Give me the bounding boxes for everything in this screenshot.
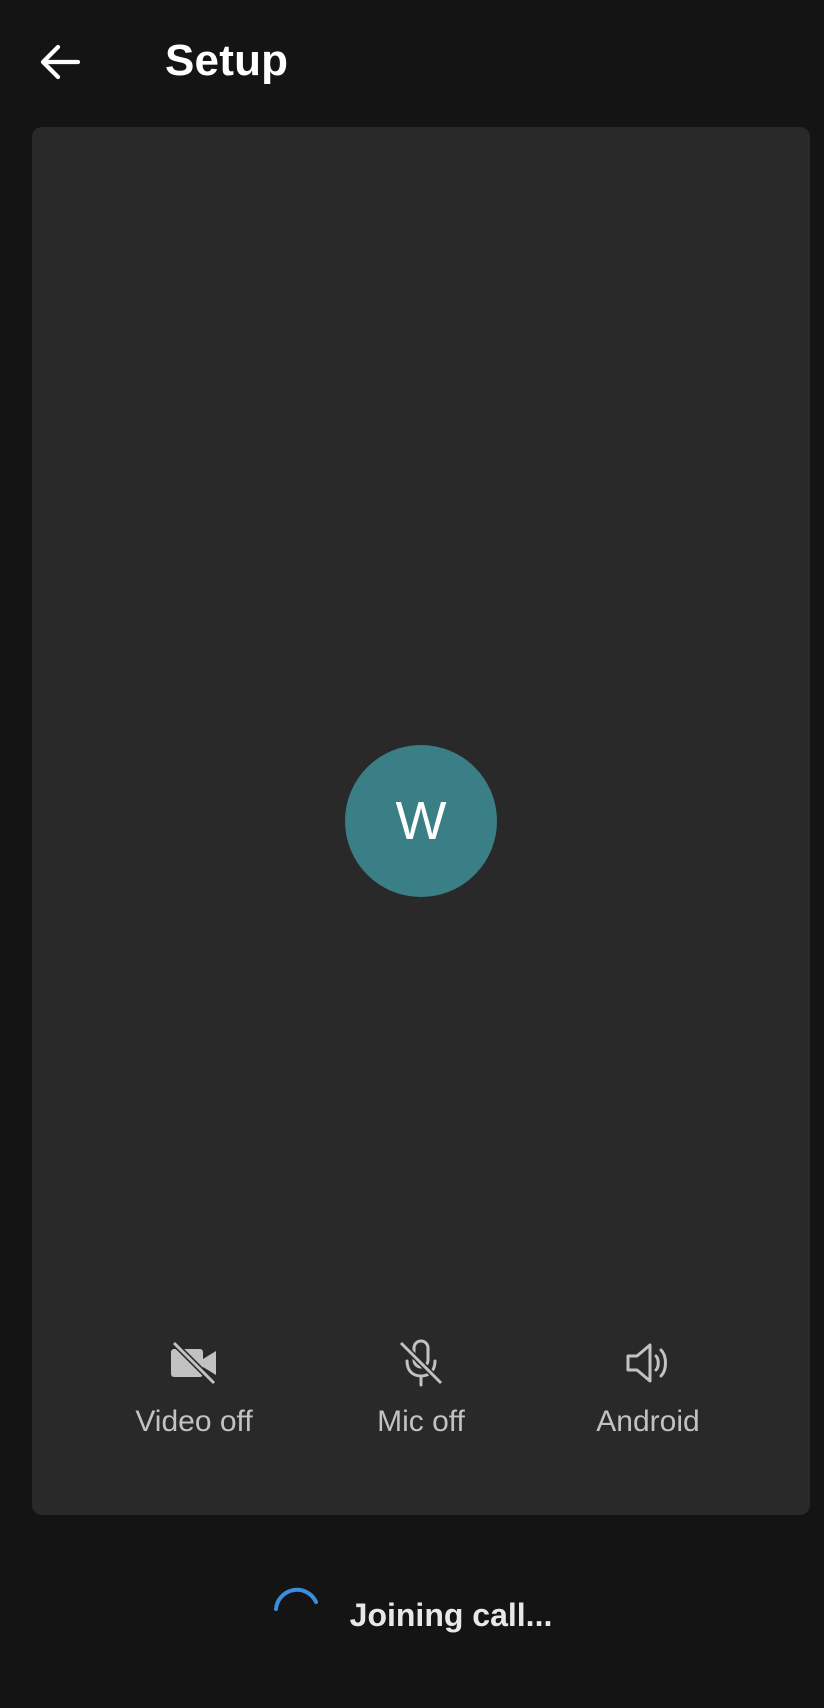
joining-text: Joining call... <box>349 1596 553 1633</box>
loading-spinner-icon <box>273 1587 318 1611</box>
page-title: Setup <box>165 36 289 85</box>
mic-toggle-label: Mic off <box>377 1405 465 1438</box>
speaker-icon <box>620 1335 676 1391</box>
back-button[interactable] <box>28 30 92 94</box>
joining-status: Joining call... <box>0 1587 824 1640</box>
avatar: W <box>345 745 497 897</box>
app-bar: Setup <box>0 0 824 120</box>
audio-output-label: Android <box>596 1405 700 1438</box>
video-preview: W Video off Mic off Android <box>32 127 810 1515</box>
arrow-left-icon <box>40 44 81 80</box>
video-off-icon <box>166 1335 222 1391</box>
audio-output-button[interactable]: Android <box>538 1335 758 1439</box>
call-controls: Video off Mic off Android <box>32 1335 810 1455</box>
mic-toggle-button[interactable]: Mic off <box>311 1335 531 1439</box>
video-toggle-button[interactable]: Video off <box>84 1335 304 1439</box>
screen: Setup W Video off Mic off Android Joinin… <box>0 0 824 1708</box>
mic-off-icon <box>393 1335 449 1391</box>
video-toggle-label: Video off <box>135 1405 253 1438</box>
